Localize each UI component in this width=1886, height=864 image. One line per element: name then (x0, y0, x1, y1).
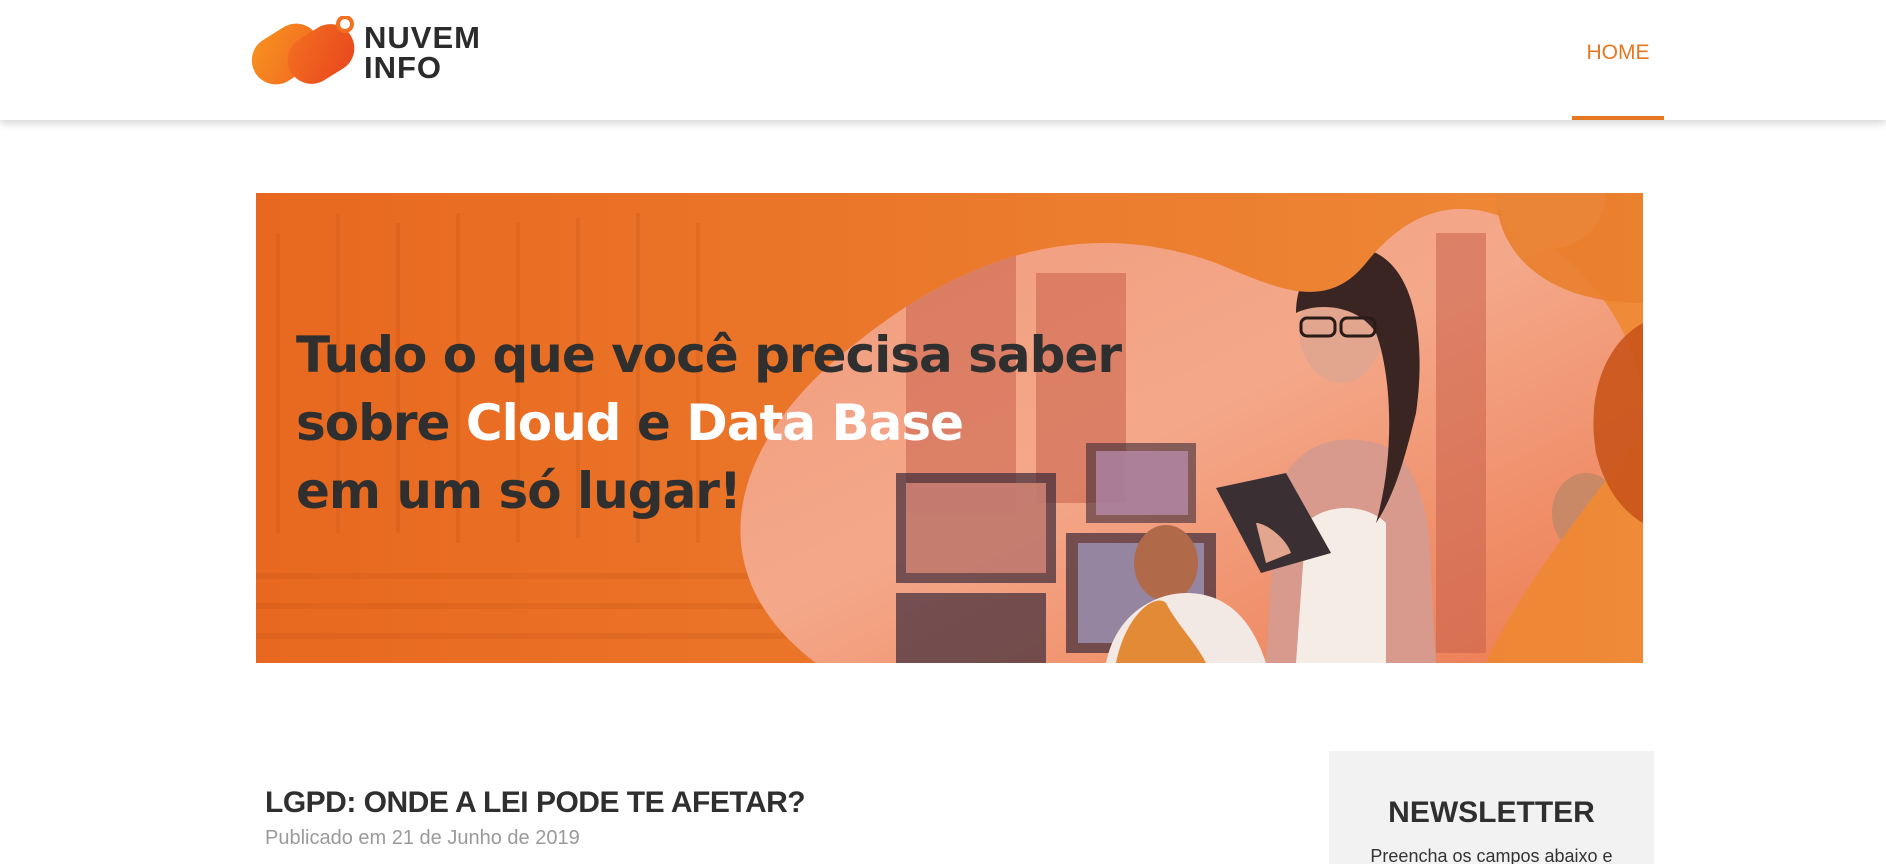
banner-highlight-database: Data Base (686, 394, 964, 452)
newsletter-description: Preencha os campos abaixo e (1370, 846, 1613, 864)
banner-line-2: sobre Cloud e Data Base (296, 389, 1121, 457)
banner-line-2-prefix: sobre (296, 394, 466, 452)
banner-headline: Tudo o que você precisa saber sobre Clou… (296, 321, 1122, 525)
newsletter-widget: NEWSLETTER Preencha os campos abaixo e (1329, 751, 1654, 864)
logo-line-2: INFO (364, 50, 443, 85)
logo-text: NUVEM INFO (364, 20, 481, 85)
nav-item-home[interactable]: HOME (1572, 0, 1664, 120)
banner-line-1: Tudo o que você precisa saber (296, 326, 1122, 384)
banner-line-3: em um só lugar! (296, 462, 742, 520)
logo-line-1: NUVEM (364, 20, 481, 55)
banner-highlight-cloud: Cloud (465, 394, 622, 452)
site-header: NUVEM INFO HOME (0, 0, 1886, 120)
newsletter-title: NEWSLETTER (1388, 796, 1595, 829)
post-title[interactable]: LGPD: ONDE A LEI PODE TE AFETAR? (265, 786, 806, 820)
main-nav: HOME (1572, 0, 1664, 120)
site-logo[interactable]: NUVEM INFO (250, 15, 481, 90)
nuvem-logo-icon (250, 15, 360, 90)
banner-line-2-mid: e (620, 394, 687, 452)
post-date: Publicado em 21 de Junho de 2019 (265, 827, 580, 849)
hero-banner: Tudo o que você precisa saber sobre Clou… (256, 193, 1643, 663)
